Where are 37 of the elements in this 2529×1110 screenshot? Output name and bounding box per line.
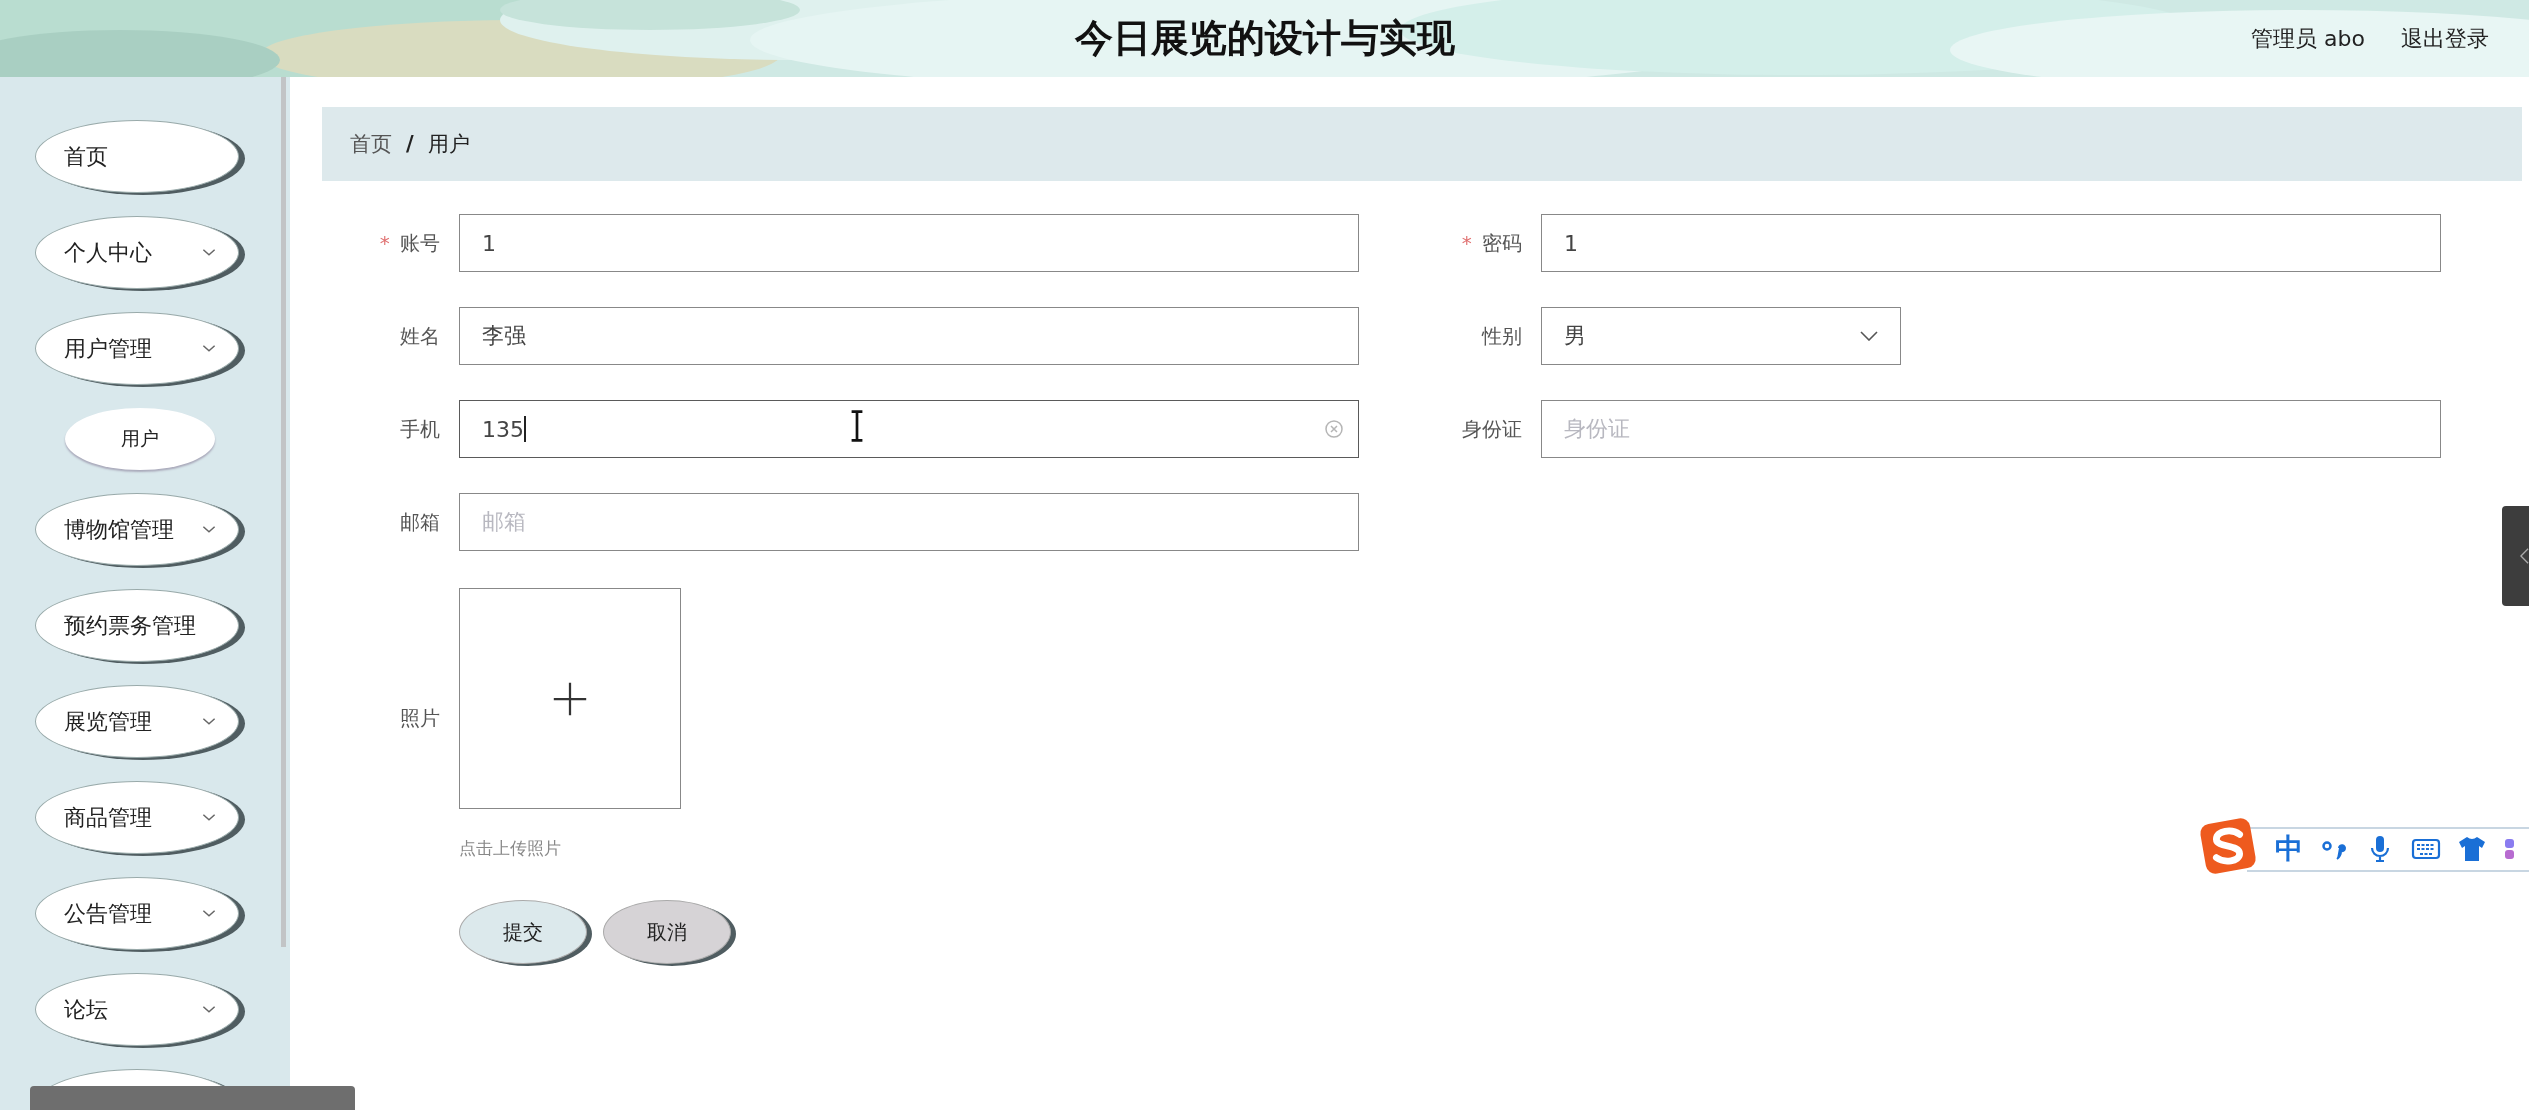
- text-caret: [524, 416, 526, 442]
- chevron-down-icon: [202, 1005, 216, 1014]
- chevron-down-icon: [202, 248, 216, 257]
- required-mark: *: [379, 230, 390, 255]
- scrollbar[interactable]: [281, 77, 286, 947]
- breadcrumb-link[interactable]: 用户: [427, 130, 470, 158]
- chevron-down-icon: [202, 525, 216, 534]
- input-field[interactable]: 李强: [459, 307, 1359, 365]
- upload-hint: 点击上传照片: [459, 837, 562, 860]
- chevron-down-icon: [202, 344, 216, 353]
- chevron-down-icon: [202, 813, 216, 822]
- submenu-item[interactable]: 用户: [65, 408, 215, 470]
- field-label: 邮箱: [400, 509, 440, 534]
- user-name: 管理员 abo: [2251, 24, 2365, 53]
- chevron-left-icon: [2520, 547, 2529, 565]
- field-label: 照片: [400, 705, 440, 730]
- field-label: 密码: [1482, 230, 1522, 255]
- chevron-down-icon: [202, 909, 216, 918]
- gender-select[interactable]: 男: [1541, 307, 1901, 365]
- input-field[interactable]: 135: [459, 400, 1359, 458]
- app-title: 今日展览的设计与实现: [1074, 15, 1455, 62]
- field-label: 身份证: [1462, 416, 1522, 441]
- logout-link[interactable]: 退出登录: [2401, 23, 2489, 54]
- input-field[interactable]: 1: [1541, 214, 2441, 272]
- breadcrumb-link[interactable]: 首页: [350, 130, 392, 158]
- input-mode-toggle[interactable]: 中: [2275, 829, 2303, 868]
- breadcrumb-separator: /: [406, 132, 414, 156]
- input-field[interactable]: 1: [459, 214, 1359, 272]
- required-mark: *: [1461, 230, 1472, 255]
- field-label: 手机: [400, 416, 440, 441]
- plus-icon: [552, 680, 588, 717]
- field-label: 账号: [400, 230, 440, 255]
- chevron-down-icon: [202, 717, 216, 726]
- field-label: 姓名: [400, 323, 440, 348]
- chevron-down-icon: [1860, 331, 1878, 341]
- upload-box[interactable]: [459, 588, 681, 809]
- field-label: 性别: [1482, 323, 1522, 348]
